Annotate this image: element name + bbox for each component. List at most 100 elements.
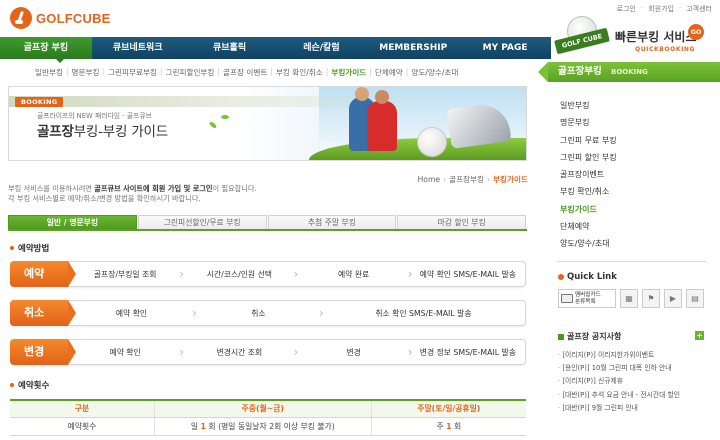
- tab-greenfee-discount[interactable]: 그린피선할인/무료 부킹: [137, 215, 267, 229]
- side-menu: 일반부킹 명문부킹 그린피 무료 부킹 그린피 할인 부킹 골프장이벤트 부킹 …: [560, 97, 710, 253]
- side-menu-item[interactable]: 그린피 무료 부킹: [560, 132, 710, 149]
- gnb-cube-holic[interactable]: 큐브홀릭: [184, 37, 276, 59]
- golfer-logo-icon: [10, 7, 32, 29]
- breadcrumb: Home › 골프장부킹 › 부킹가이드: [418, 174, 528, 185]
- card-label-line2: 분류목록: [575, 298, 596, 305]
- weekday-pre: 일: [190, 421, 201, 431]
- snb-booking-guide[interactable]: 부킹가이드: [328, 67, 369, 78]
- gnb-lesson-column[interactable]: 레슨/칼럼: [275, 37, 367, 59]
- banner-tagline: 골프라이프의 NEW 패러다임 - 골프큐브: [37, 112, 152, 120]
- flow-step: 예약 확인: [109, 347, 141, 357]
- quick-icon-grid[interactable]: ▦: [620, 289, 638, 308]
- membership-card-label: 멤버쉽카드 분류목록: [575, 292, 601, 305]
- gnb-cube-network[interactable]: 큐브네트워크: [92, 37, 184, 59]
- snb-transfer[interactable]: 양도/양수/초대: [408, 67, 461, 78]
- util-separator: ·: [679, 4, 682, 12]
- flow-step: 변경 정보 SMS/E-MAIL 발송: [408, 345, 525, 359]
- snb-group-booking[interactable]: 단체예약: [372, 67, 406, 78]
- quick-icon-play[interactable]: ▶: [664, 289, 682, 308]
- more-plus-icon[interactable]: +: [695, 331, 704, 340]
- table-cell-weekend: 주 1 회: [371, 417, 526, 436]
- side-menu-item-active[interactable]: 부킹가이드: [560, 201, 710, 218]
- notice-item[interactable]: [대반(P)] 9월 그린피 안내: [558, 402, 708, 415]
- side-menu-title-en: BOOKING: [611, 68, 648, 76]
- table-row: 예약횟수 일 1 회 (평일 동일날자 2회 이상 부킹 불가) 주 1 회: [10, 417, 526, 436]
- gnb-my-page[interactable]: MY PAGE: [459, 37, 551, 59]
- intro-line1-b: 골프큐브 사이트에 회원 가입 및 로그인: [94, 184, 213, 193]
- section-title-count: 예약횟수: [10, 379, 49, 391]
- breadcrumb-mid[interactable]: 골프장부킹: [449, 174, 484, 185]
- notice-item[interactable]: [용인(P)] 10월 그린피 대폭 인하 안내: [558, 362, 708, 375]
- flow-step: 예약 확인: [115, 308, 148, 318]
- quick-icon-flag[interactable]: ⚑: [642, 289, 660, 308]
- customer-center-link[interactable]: 고객센터: [686, 4, 712, 14]
- side-menu-item[interactable]: 양도/양수/초대: [560, 235, 710, 252]
- quick-booking-title: 빠른부킹 서비스: [615, 30, 697, 44]
- bullet-icon: [558, 333, 564, 340]
- booking-count-table: 구분 주중(월~금) 주말(토/일/공휴일) 예약횟수 일 1 회 (평일 동일…: [10, 399, 526, 436]
- breadcrumb-current: 부킹가이드: [493, 175, 528, 184]
- login-link[interactable]: 로그인: [617, 4, 636, 14]
- section-method-label: 예약방법: [18, 244, 50, 254]
- flow-step: 예약 완료: [293, 267, 411, 281]
- weekend-pre: 주: [436, 421, 447, 431]
- side-menu-item[interactable]: 일반부킹: [560, 97, 710, 114]
- flow-step: 변경시간 조회: [179, 345, 296, 359]
- quick-link-panel: Quick Link 멤버쉽카드 분류목록 ▦ ⚑ ▶ ▤: [558, 272, 708, 308]
- banner-badge: BOOKING: [15, 97, 64, 107]
- quick-booking-badge[interactable]: GOLF CUBE 빠른부킹 서비스 GO QUICKBOOKING: [554, 16, 715, 60]
- quick-icon-doc[interactable]: ▤: [686, 289, 704, 308]
- flow-step: 골프장/부킹일 조회: [93, 269, 157, 279]
- booking-guide-banner: BOOKING 골프라이프의 NEW 패러다임 - 골프큐브 골프장부킹-부킹 …: [8, 86, 527, 161]
- tab-last-minute[interactable]: 마감 할인 부킹: [397, 215, 526, 229]
- tab-weekend-lottery[interactable]: 추첨 주말 부킹: [267, 215, 397, 229]
- quick-link-row: 멤버쉽카드 분류목록 ▦ ⚑ ▶ ▤: [558, 289, 708, 308]
- side-divider: [556, 261, 706, 262]
- snb-free-greenfee[interactable]: 그린피무료부킹: [105, 67, 160, 78]
- flow-steps: 예약 확인 취소 취소 확인 SMS/E-MAIL 발송: [68, 306, 525, 320]
- side-menu-item[interactable]: 골프장이벤트: [560, 166, 710, 183]
- flow-cancel: 취소 예약 확인 취소 취소 확인 SMS/E-MAIL 발송: [10, 299, 526, 326]
- breadcrumb-home[interactable]: Home: [418, 175, 440, 184]
- sub-nav: 일반부킹 | 명문부킹 | 그린피무료부킹 | 그린피할인부킹 | 골프장 이벤트 | 부…: [32, 67, 461, 78]
- side-menu-header: 골프장부킹 BOOKING: [538, 62, 720, 82]
- table-header: 주중(월~금): [154, 400, 372, 418]
- breadcrumb-separator: ›: [487, 175, 491, 184]
- golfcube-logo[interactable]: GOLFCUBE: [10, 7, 111, 29]
- gnb-golf-booking[interactable]: 골프장 부킹: [0, 37, 92, 59]
- notice-header: 골프장 공지사항: [558, 331, 708, 342]
- gnb-active-pointer: [56, 59, 64, 63]
- side-menu-item[interactable]: 단체예약: [560, 218, 710, 235]
- membership-card-link[interactable]: 멤버쉽카드 분류목록: [558, 289, 616, 308]
- banner-title-rest: 부킹-부킹 가이드: [73, 124, 169, 140]
- notice-title: 골프장 공지사항: [567, 332, 622, 341]
- weekend-post: 회: [451, 421, 462, 431]
- table-header: 구분: [10, 400, 155, 418]
- notice-item[interactable]: [이리지(P)] 이리지한가위이벤트: [558, 349, 708, 362]
- card-label-line1: 멤버쉽카드: [575, 292, 601, 298]
- side-menu-item[interactable]: 명문부킹: [560, 114, 710, 131]
- snb-course-event[interactable]: 골프장 이벤트: [220, 67, 270, 78]
- flow-step: 시간/코스/인원 선택: [179, 267, 296, 281]
- notice-item[interactable]: [이리지(P)] 신규제휴: [558, 375, 708, 388]
- intro-line1-c: 이 필요합니다.: [212, 184, 257, 193]
- snb-booking-check[interactable]: 부킹 확인/취소: [273, 67, 326, 78]
- tab-general-premium[interactable]: 일반 / 명문부킹: [8, 215, 137, 229]
- signup-link[interactable]: 회원가입: [648, 4, 674, 14]
- side-menu-item[interactable]: 그린피 할인 부킹: [560, 149, 710, 166]
- gnb-membership[interactable]: MEMBERSHIP: [367, 37, 459, 59]
- snb-discount-greenfee[interactable]: 그린피할인부킹: [163, 67, 218, 78]
- bullet-icon: [10, 383, 14, 387]
- snb-premium-booking[interactable]: 명문부킹: [69, 67, 103, 78]
- notice-item[interactable]: [대반(P)] 추석 요금 안내 - 전시간대 할인: [558, 389, 708, 402]
- table-header: 주말(토/일/공휴일): [371, 400, 526, 418]
- side-menu-item[interactable]: 부킹 확인/취소: [560, 183, 710, 200]
- flow-step: 취소 확인 SMS/E-MAIL 발송: [319, 306, 525, 320]
- golf-ball-icon: [417, 127, 447, 157]
- banner-title: 골프장부킹-부킹 가이드: [37, 120, 168, 140]
- snb-general-booking[interactable]: 일반부킹: [32, 67, 66, 78]
- flow-label-cancel: 취소: [10, 299, 76, 326]
- flow-step: 예약 확인 SMS/E-MAIL 발송: [408, 267, 525, 281]
- booking-type-tabs: 일반 / 명문부킹 그린피선할인/무료 부킹 추첨 주말 부킹 마감 할인 부킹: [8, 215, 527, 231]
- go-button[interactable]: GO: [688, 24, 704, 40]
